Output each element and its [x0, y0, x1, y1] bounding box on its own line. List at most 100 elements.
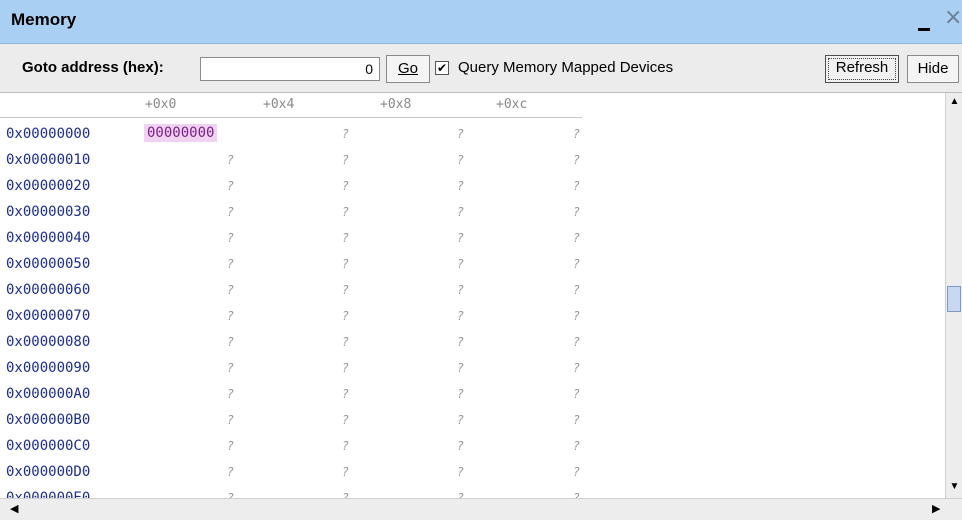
memory-unknown-cell[interactable]: ?	[560, 335, 580, 349]
memory-unknown-cell[interactable]: ?	[560, 413, 580, 427]
row-address: 0x000000C0	[6, 438, 91, 454]
memory-unknown-cell[interactable]: ?	[214, 465, 234, 479]
memory-unknown-cell[interactable]: ?	[444, 127, 464, 141]
memory-unknown-cell[interactable]: ?	[214, 179, 234, 193]
table-row[interactable]: 0x00000050????	[0, 249, 945, 275]
close-icon[interactable]: ×	[944, 6, 962, 30]
column-header: +0x0	[145, 97, 177, 112]
memory-unknown-cell[interactable]: ?	[214, 205, 234, 219]
memory-unknown-cell[interactable]: ?	[329, 283, 349, 297]
table-row[interactable]: 0x00000080????	[0, 327, 945, 353]
memory-unknown-cell[interactable]: ?	[560, 205, 580, 219]
memory-unknown-cell[interactable]: ?	[214, 283, 234, 297]
memory-unknown-cell[interactable]: ?	[444, 205, 464, 219]
memory-unknown-cell[interactable]: ?	[560, 465, 580, 479]
row-address: 0x00000070	[6, 308, 91, 324]
memory-unknown-cell[interactable]: ?	[560, 361, 580, 375]
memory-unknown-cell[interactable]: ?	[329, 387, 349, 401]
table-row[interactable]: 0x000000B0????	[0, 405, 945, 431]
query-devices-checkbox[interactable]: ✔	[435, 61, 449, 75]
table-row[interactable]: 0x00000040????	[0, 223, 945, 249]
memory-unknown-cell[interactable]: ?	[560, 257, 580, 271]
row-address: 0x00000080	[6, 334, 91, 350]
table-row[interactable]: 0x000000C0????	[0, 431, 945, 457]
memory-unknown-cell[interactable]: ?	[329, 439, 349, 453]
memory-unknown-cell[interactable]: ?	[560, 283, 580, 297]
memory-unknown-cell[interactable]: ?	[444, 153, 464, 167]
memory-window: Memory × Goto address (hex): 0 Go ✔ Quer…	[0, 0, 962, 520]
minimize-icon[interactable]	[918, 28, 930, 31]
memory-unknown-cell[interactable]: ?	[329, 413, 349, 427]
memory-unknown-cell[interactable]: ?	[329, 153, 349, 167]
scroll-thumb[interactable]	[947, 286, 961, 312]
vertical-scrollbar[interactable]: ▲ ▼	[945, 93, 962, 498]
memory-unknown-cell[interactable]: ?	[214, 491, 234, 498]
memory-unknown-cell[interactable]: ?	[329, 231, 349, 245]
memory-unknown-cell[interactable]: ?	[560, 153, 580, 167]
memory-unknown-cell[interactable]: ?	[560, 179, 580, 193]
memory-unknown-cell[interactable]: ?	[214, 387, 234, 401]
memory-unknown-cell[interactable]: ?	[329, 257, 349, 271]
row-address: 0x00000060	[6, 282, 91, 298]
memory-unknown-cell[interactable]: ?	[329, 491, 349, 498]
memory-unknown-cell[interactable]: ?	[444, 179, 464, 193]
memory-unknown-cell[interactable]: ?	[560, 127, 580, 141]
memory-unknown-cell[interactable]: ?	[214, 153, 234, 167]
memory-unknown-cell[interactable]: ?	[444, 257, 464, 271]
memory-unknown-cell[interactable]: ?	[214, 335, 234, 349]
table-row[interactable]: 0x00000090????	[0, 353, 945, 379]
memory-unknown-cell[interactable]: ?	[329, 361, 349, 375]
goto-address-input[interactable]: 0	[200, 57, 380, 81]
table-row[interactable]: 0x000000D0????	[0, 457, 945, 483]
memory-unknown-cell[interactable]: ?	[329, 205, 349, 219]
memory-unknown-cell[interactable]: ?	[329, 465, 349, 479]
table-row[interactable]: 0x00000060????	[0, 275, 945, 301]
memory-unknown-cell[interactable]: ?	[214, 231, 234, 245]
table-row[interactable]: 0x00000000 00000000???	[0, 119, 945, 145]
memory-unknown-cell[interactable]: ?	[214, 257, 234, 271]
scroll-down-icon[interactable]: ▼	[948, 481, 961, 494]
memory-unknown-cell[interactable]: ?	[560, 491, 580, 498]
memory-unknown-cell[interactable]: ?	[444, 283, 464, 297]
go-button[interactable]: Go	[386, 55, 430, 83]
memory-unknown-cell[interactable]: ?	[444, 361, 464, 375]
memory-unknown-cell[interactable]: ?	[560, 231, 580, 245]
scroll-left-icon[interactable]: ◀	[10, 502, 18, 515]
memory-unknown-cell[interactable]: ?	[560, 309, 580, 323]
table-row[interactable]: 0x00000020????	[0, 171, 945, 197]
scroll-up-icon[interactable]: ▲	[948, 96, 961, 109]
table-row[interactable]: 0x000000A0????	[0, 379, 945, 405]
memory-unknown-cell[interactable]: ?	[214, 361, 234, 375]
memory-unknown-cell[interactable]: ?	[214, 439, 234, 453]
memory-unknown-cell[interactable]: ?	[444, 309, 464, 323]
memory-unknown-cell[interactable]: ?	[444, 491, 464, 498]
memory-unknown-cell[interactable]: ?	[560, 387, 580, 401]
memory-unknown-cell[interactable]: ?	[444, 231, 464, 245]
row-address: 0x000000E0	[6, 490, 91, 498]
table-row[interactable]: 0x00000070????	[0, 301, 945, 327]
table-row[interactable]: 0x000000E0????	[0, 483, 945, 498]
memory-unknown-cell[interactable]: ?	[329, 309, 349, 323]
memory-unknown-cell[interactable]: ?	[214, 413, 234, 427]
row-address: 0x00000010	[6, 152, 91, 168]
horizontal-scrollbar[interactable]: ◀ ▶	[0, 498, 962, 520]
scroll-right-icon[interactable]: ▶	[932, 502, 940, 515]
memory-unknown-cell[interactable]: ?	[444, 335, 464, 349]
memory-table[interactable]: +0x0 +0x4 +0x8 +0xc 0x00000000 00000000??…	[0, 93, 945, 498]
memory-unknown-cell[interactable]: ?	[560, 439, 580, 453]
memory-unknown-cell[interactable]: ?	[214, 309, 234, 323]
memory-unknown-cell[interactable]: ?	[444, 387, 464, 401]
refresh-button[interactable]: Refresh	[825, 55, 899, 83]
memory-unknown-cell[interactable]: ?	[444, 413, 464, 427]
memory-unknown-cell[interactable]: ?	[444, 465, 464, 479]
query-devices-label[interactable]: Query Memory Mapped Devices	[458, 59, 673, 76]
memory-unknown-cell[interactable]: ?	[329, 179, 349, 193]
memory-unknown-cell[interactable]: ?	[444, 439, 464, 453]
table-row[interactable]: 0x00000030????	[0, 197, 945, 223]
memory-value-cell[interactable]: 00000000	[144, 124, 218, 142]
table-row[interactable]: 0x00000010????	[0, 145, 945, 171]
memory-unknown-cell[interactable]: ?	[329, 127, 349, 141]
memory-unknown-cell[interactable]: ?	[329, 335, 349, 349]
title-bar[interactable]: Memory ×	[0, 0, 962, 44]
hide-button[interactable]: Hide	[907, 55, 959, 83]
